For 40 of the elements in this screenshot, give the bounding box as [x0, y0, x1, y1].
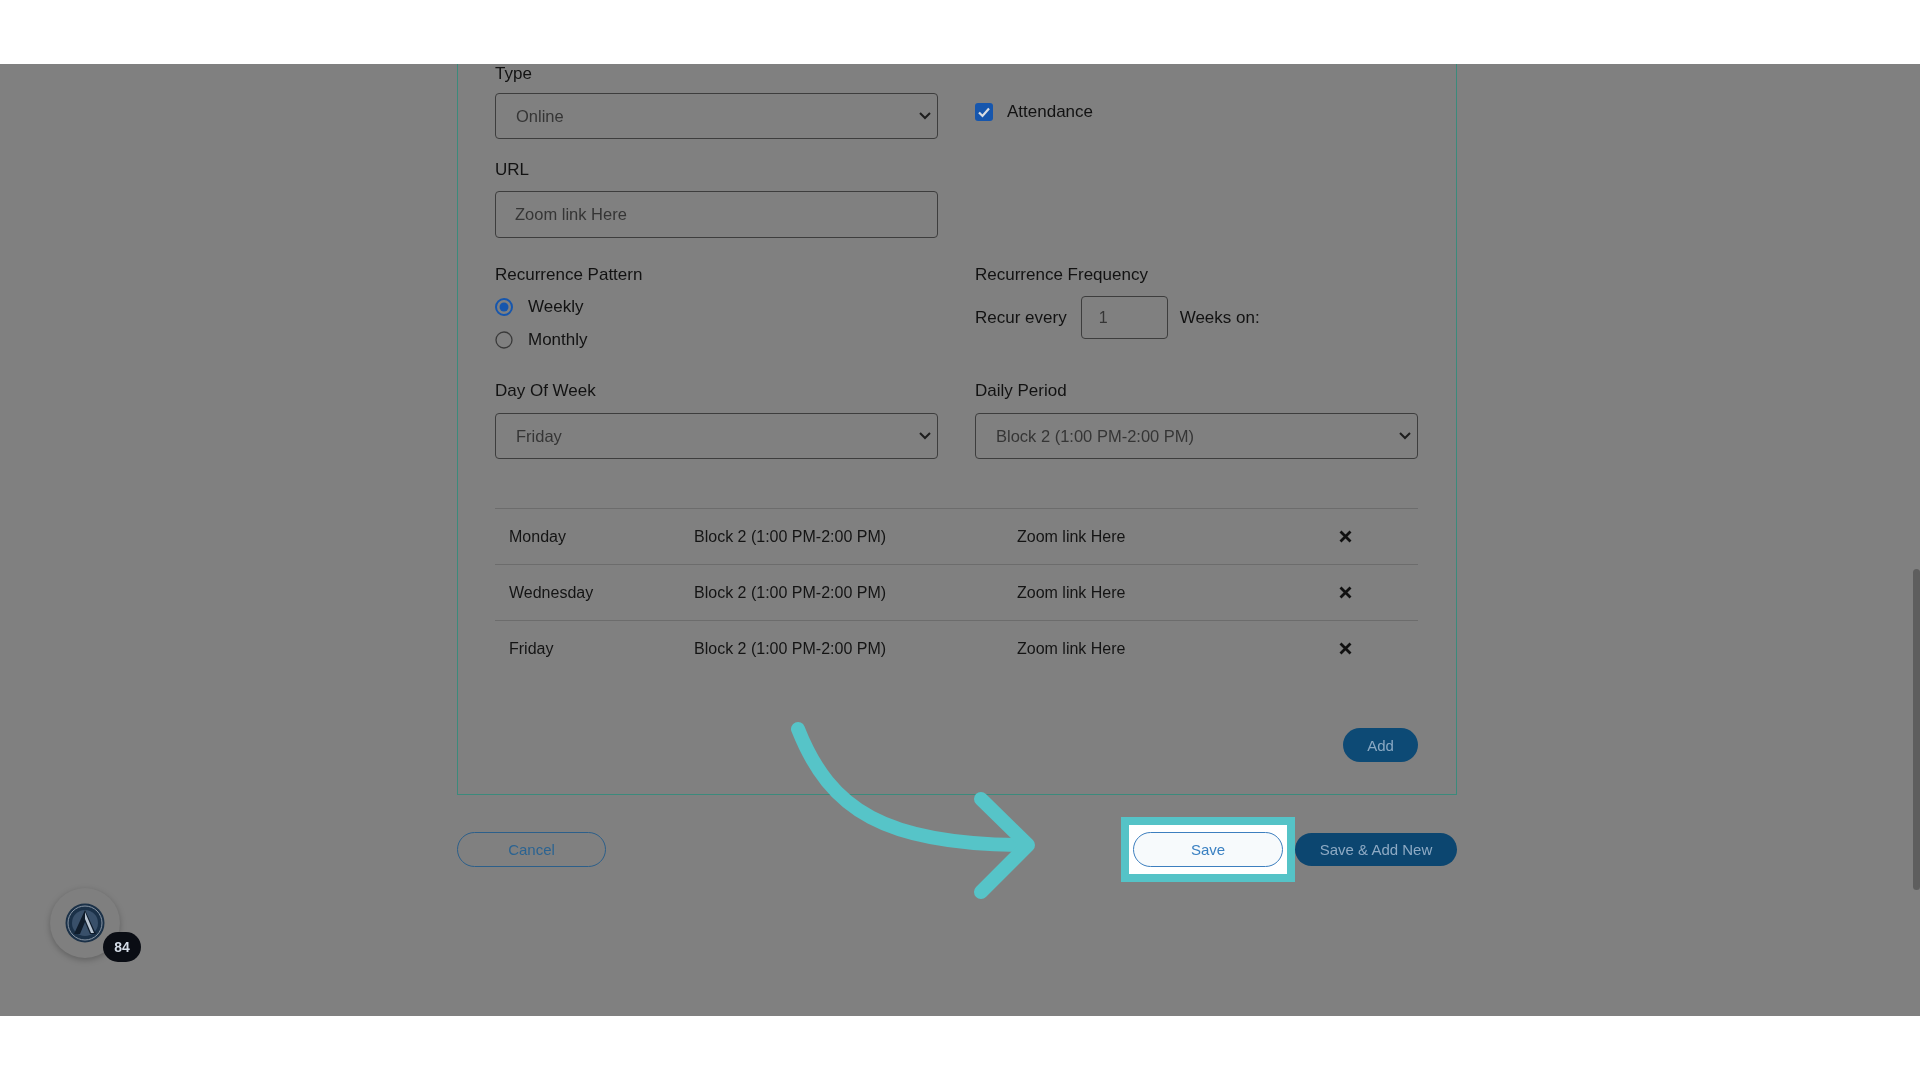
field-label: URL	[495, 160, 529, 180]
checkbox-label: Attendance	[1007, 102, 1093, 122]
close-icon[interactable]	[1339, 642, 1352, 655]
day-label: Friday	[509, 639, 554, 658]
recur-input[interactable]: 1	[1080, 296, 1168, 339]
recur-unit-label: Weeks on:	[1179, 307, 1260, 328]
field-label: Day Of Week	[495, 381, 596, 401]
link-text: Zoom link Here	[1017, 527, 1126, 546]
save-and-add-new-button[interactable]: Save & Add New	[1295, 833, 1457, 866]
chevron-down-icon	[919, 432, 931, 440]
count-badge: 84	[103, 932, 141, 962]
radio-button[interactable]	[495, 330, 513, 349]
chevron-down-icon	[1399, 432, 1411, 440]
recur-label: Recur every	[975, 307, 1067, 328]
link-text: Zoom link Here	[1017, 583, 1126, 602]
logo-icon	[65, 903, 105, 943]
close-icon[interactable]	[1339, 586, 1352, 599]
day-label: Wednesday	[509, 583, 594, 602]
period-label: Block 2 (1:00 PM-2:00 PM)	[694, 527, 887, 546]
period-label: Block 2 (1:00 PM-2:00 PM)	[694, 639, 887, 658]
close-icon[interactable]	[1339, 530, 1352, 543]
radio-label: Monthly	[528, 329, 588, 350]
field-label: Type	[495, 64, 532, 84]
day-select[interactable]: Friday	[495, 413, 938, 459]
scrollbar-thumb[interactable]	[1913, 569, 1920, 890]
field-label: Recurrence Frequency	[975, 265, 1148, 285]
url-input[interactable]: Zoom link Here	[495, 191, 938, 238]
period-select[interactable]: Block 2 (1:00 PM-2:00 PM)	[975, 413, 1418, 459]
chevron-down-icon	[919, 112, 931, 120]
link-text: Zoom link Here	[1017, 639, 1126, 658]
checkbox[interactable]	[975, 103, 993, 121]
period-label: Block 2 (1:00 PM-2:00 PM)	[694, 583, 887, 602]
day-label: Monday	[509, 527, 566, 546]
save-button[interactable]: Save	[1133, 832, 1283, 867]
radio-button[interactable]	[495, 297, 513, 316]
field-label: Daily Period	[975, 381, 1067, 401]
field-label: Recurrence Pattern	[495, 265, 643, 285]
type-select[interactable]: Online	[495, 93, 938, 139]
radio-label: Weekly	[528, 296, 584, 317]
add-button[interactable]: Add	[1343, 728, 1418, 762]
